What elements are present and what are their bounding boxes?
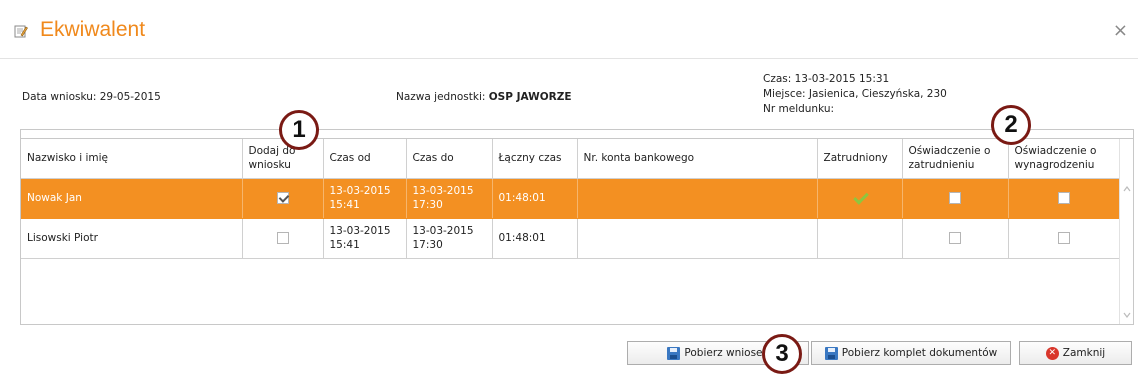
close-icon[interactable]: ×: [1113, 20, 1128, 41]
cell-employed: [817, 218, 903, 259]
cell-salary-statement: [1008, 218, 1120, 259]
add-to-request-checkbox[interactable]: [276, 232, 289, 244]
cell-employed: [817, 178, 903, 219]
cell-time-to: 13-03-2015 17:30: [406, 178, 493, 219]
cell-total-time: 01:48:01: [492, 178, 578, 219]
table-row[interactable]: Lisowski Piotr 13-03-2015 15:41 13-03-201…: [21, 218, 1120, 259]
cell-salary-statement: [1008, 178, 1120, 219]
cancel-icon: ✕: [1045, 346, 1059, 360]
time-from-hour: 15:41: [329, 239, 360, 251]
employed-check-icon: [852, 192, 868, 204]
cell-employment-statement: [902, 178, 1009, 219]
title-bar: Ekwiwalent ×: [0, 14, 1138, 50]
grid-group-bar: [21, 130, 1133, 139]
download-documents-button[interactable]: Pobierz komplet dokumentów: [811, 341, 1011, 365]
salary-statement-checkbox[interactable]: [1057, 232, 1070, 244]
col-header-name[interactable]: Nazwisko i imię: [21, 139, 243, 179]
time-from-hour: 15:41: [329, 199, 360, 211]
close-button[interactable]: ✕ Zamknij: [1019, 341, 1132, 365]
window-title: Ekwiwalent: [40, 18, 146, 41]
time-to-hour: 17:30: [412, 199, 443, 211]
edit-form-icon: [14, 25, 28, 38]
callout-marker-1: 1: [279, 110, 319, 150]
cell-time-from: 13-03-2015 15:41: [323, 218, 407, 259]
col-header-time-to[interactable]: Czas do: [406, 139, 493, 179]
time-to-hour: 17:30: [412, 239, 443, 251]
grid-scrollbar[interactable]: [1119, 139, 1133, 324]
add-to-request-checkbox[interactable]: [276, 192, 289, 204]
scroll-up-icon[interactable]: [1123, 185, 1131, 193]
salary-statement-checkbox[interactable]: [1057, 192, 1070, 204]
time-to-date: 13-03-2015: [412, 185, 474, 197]
ekwiwalent-window: Ekwiwalent × Data wniosku: 29-05-2015 Na…: [0, 0, 1138, 381]
employment-statement-checkbox[interactable]: [949, 232, 961, 244]
incident-place: Miejsce: Jasienica, Cieszyńska, 230: [763, 88, 947, 100]
download-request-label: Pobierz wniosek: [684, 347, 769, 359]
unit-name: Nazwa jednostki: OSP JAWORZE: [396, 91, 572, 103]
col-header-employment-statement[interactable]: Oświadczenie o zatrudnieniu: [902, 139, 1009, 179]
table-row[interactable]: Nowak Jan 13-03-2015 15:41 13-03-2015 17:3…: [21, 178, 1120, 219]
cell-total-time: 01:48:01: [492, 218, 578, 259]
col-header-employed[interactable]: Zatrudniony: [817, 139, 903, 179]
save-disk-icon: [824, 346, 838, 360]
callout-marker-2: 2: [991, 105, 1031, 145]
cell-add-to-request: [242, 218, 324, 259]
unit-name-label: Nazwa jednostki:: [396, 91, 489, 103]
callout-marker-3: 3: [762, 334, 802, 374]
col-header-salary-statement[interactable]: Oświadczenie o wynagrodzeniu: [1008, 139, 1120, 179]
cell-add-to-request: [242, 178, 324, 219]
personnel-table: Nazwisko i imię Dodaj do wniosku Czas od…: [21, 139, 1120, 259]
col-header-total-time[interactable]: Łączny czas: [492, 139, 578, 179]
time-from-date: 13-03-2015: [329, 185, 391, 197]
incident-time: Czas: 13-03-2015 15:31: [763, 73, 890, 85]
cell-time-from: 13-03-2015 15:41: [323, 178, 407, 219]
cell-time-to: 13-03-2015 17:30: [406, 218, 493, 259]
employment-statement-checkbox[interactable]: [949, 192, 961, 204]
col-header-bank-account[interactable]: Nr. konta bankowego: [577, 139, 818, 179]
col-header-time-from[interactable]: Czas od: [323, 139, 407, 179]
save-disk-icon: [667, 346, 681, 360]
cell-employment-statement: [902, 218, 1009, 259]
cell-name: Nowak Jan: [21, 178, 243, 219]
download-documents-label: Pobierz komplet dokumentów: [841, 347, 998, 359]
cell-name: Lisowski Piotr: [21, 218, 243, 259]
cell-bank-account[interactable]: [577, 218, 818, 259]
title-separator: [0, 58, 1138, 59]
time-from-date: 13-03-2015: [329, 225, 391, 237]
cell-bank-account[interactable]: [577, 178, 818, 219]
report-number: Nr meldunku:: [763, 103, 835, 115]
unit-name-value: OSP JAWORZE: [488, 91, 572, 103]
personnel-grid: Nazwisko i imię Dodaj do wniosku Czas od…: [20, 129, 1134, 325]
scroll-down-icon[interactable]: [1123, 311, 1131, 319]
request-date: Data wniosku: 29-05-2015: [22, 91, 161, 103]
time-to-date: 13-03-2015: [412, 225, 474, 237]
table-header-row: Nazwisko i imię Dodaj do wniosku Czas od…: [21, 139, 1120, 179]
close-label: Zamknij: [1062, 347, 1106, 359]
